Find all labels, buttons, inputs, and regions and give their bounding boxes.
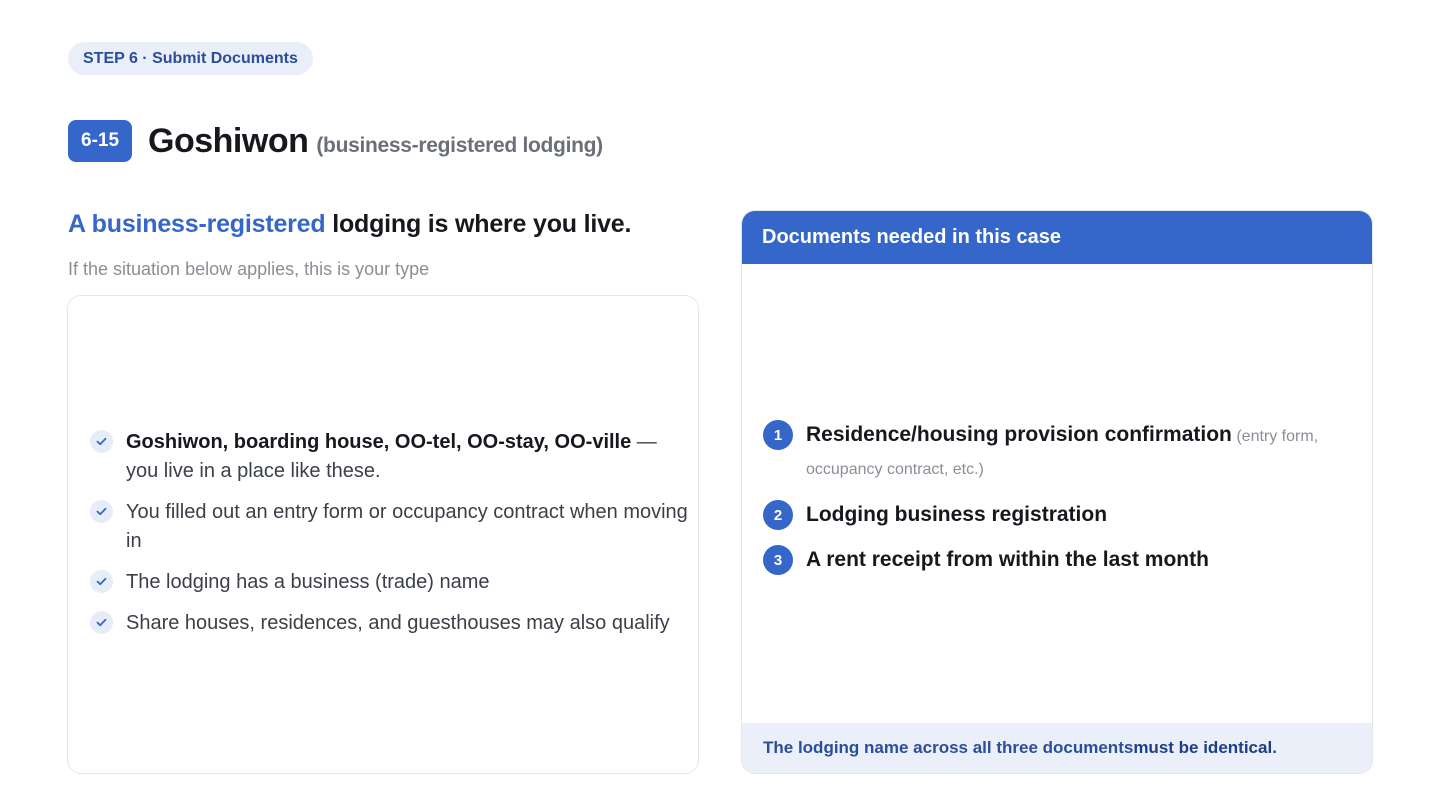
document-item: 1 Residence/housing provision confirmati… [763,419,1353,485]
checklist-text: The lodging has a business (trade) name [126,571,490,593]
check-icon [90,611,113,634]
check-icon [90,500,113,523]
page-subtitle: (business-registered lodging) [316,134,603,157]
footer-text: The lodging name across all three docume… [763,738,1134,757]
lead-subtext: If the situation below applies, this is … [68,259,430,279]
document-label-text: Residence/housing provision confirmation [806,423,1232,446]
lead-heading: A business-registered lodging is where y… [68,210,631,239]
checklist-text: Goshiwon, boarding house, OO-tel, OO-sta… [126,428,690,486]
footer-period: . [1272,738,1277,757]
title-row: 6-15 Goshiwon (business-registered lodgi… [68,120,603,162]
document-item: 2 Lodging business registration [763,499,1353,530]
criteria-checklist: Goshiwon, boarding house, OO-tel, OO-sta… [90,428,690,650]
checklist-item: You filled out an entry form or occupanc… [90,498,690,556]
check-icon [90,430,113,453]
page-title: Goshiwon [148,121,309,160]
documents-footer-note: The lodging name across all three docume… [742,723,1372,773]
footer-emphasis: must be identical [1133,738,1273,757]
checklist-bold: Goshiwon, boarding house, OO-tel, OO-sta… [126,431,632,453]
document-label: Residence/housing provision confirmation… [806,419,1353,485]
checklist-item: The lodging has a business (trade) name [90,568,690,597]
section-code-badge: 6-15 [68,120,133,162]
document-item: 3 A rent receipt from within the last mo… [763,544,1353,575]
checklist-text: You filled out an entry form or occupanc… [126,501,688,552]
checklist-text: Share houses, residences, and guesthouse… [126,612,670,634]
document-label: Lodging business registration [806,503,1108,526]
checklist-item: Goshiwon, boarding house, OO-tel, OO-sta… [90,428,690,486]
number-badge: 1 [763,420,793,450]
document-label: A rent receipt from within the last mont… [806,548,1209,571]
number-badge: 3 [763,545,793,575]
lead-rest: lodging is where you live. [325,210,632,238]
step-pill: STEP 6 · Submit Documents [68,42,313,75]
documents-list: 1 Residence/housing provision confirmati… [763,419,1353,589]
documents-header: Documents needed in this case [742,211,1372,264]
checklist-item: Share houses, residences, and guesthouse… [90,609,690,638]
lead-accent: A business-registered [68,210,326,238]
check-icon [90,570,113,593]
documents-card: Documents needed in this case 1 Residenc… [741,210,1373,774]
number-badge: 2 [763,500,793,530]
page: STEP 6 · Submit Documents 6-15 Goshiwon … [0,0,1440,810]
